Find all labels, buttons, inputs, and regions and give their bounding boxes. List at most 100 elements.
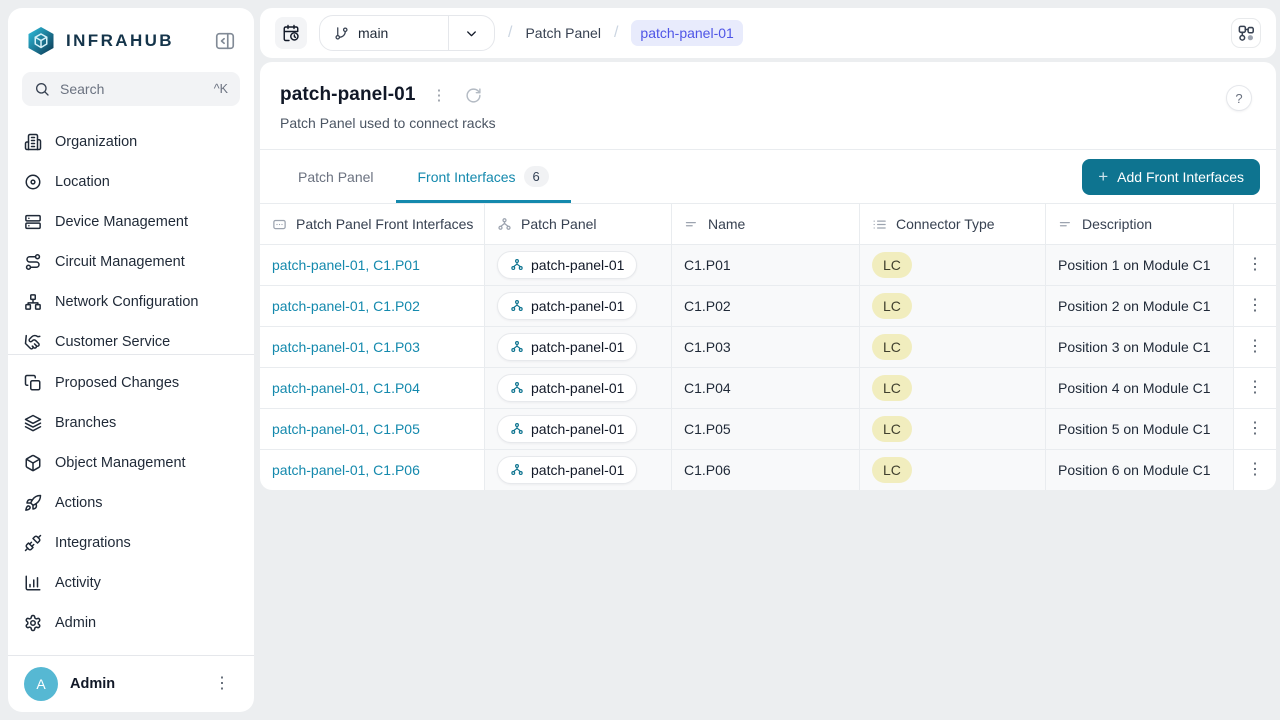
add-front-interfaces-button[interactable]: + Add Front Interfaces [1082, 159, 1260, 195]
column-header-connector-type[interactable]: Connector Type [860, 204, 1046, 244]
schema-visualizer-button[interactable] [1231, 18, 1261, 48]
table-row: patch-panel-01, C1.P01 patch-panel-01 C1.P… [260, 244, 1276, 285]
interface-link[interactable]: patch-panel-01, C1.P03 [272, 339, 420, 355]
hierarchy-icon [497, 217, 512, 232]
cell-connector-type: LC [860, 327, 1046, 367]
sidebar-item-proposed-changes[interactable]: Proposed Changes [8, 363, 254, 403]
connector-type-badge: LC [872, 416, 912, 442]
cell-actions: ⋮ [1234, 245, 1276, 285]
sidebar-item-customer-service[interactable]: Customer Service [8, 322, 254, 354]
tab-patch-panel[interactable]: Patch Panel [276, 150, 396, 203]
sidebar-item-label: Device Management [55, 214, 188, 230]
column-header-name[interactable]: Name [672, 204, 860, 244]
breadcrumb-separator: / [613, 24, 619, 42]
cell-display-label: patch-panel-01, C1.P04 [260, 368, 485, 408]
user-name: Admin [70, 676, 194, 692]
sidebar-item-location[interactable]: Location [8, 162, 254, 202]
interface-link[interactable]: patch-panel-01, C1.P05 [272, 421, 420, 437]
row-actions-button[interactable]: ⋮ [1239, 417, 1271, 441]
sidebar-item-label: Actions [55, 495, 103, 511]
row-actions-button[interactable]: ⋮ [1239, 458, 1271, 482]
sidebar-item-label: Admin [55, 615, 96, 631]
sidebar-item-branches[interactable]: Branches [8, 403, 254, 443]
plus-icon: + [1098, 168, 1108, 185]
cell-description: Position 1 on Module C1 [1046, 245, 1234, 285]
table-row: patch-panel-01, C1.P02 patch-panel-01 C1.P… [260, 285, 1276, 326]
sidebar-item-label: Location [55, 174, 110, 190]
cell-name: C1.P04 [672, 368, 860, 408]
cell-name: C1.P01 [672, 245, 860, 285]
cell-actions: ⋮ [1234, 409, 1276, 449]
breadcrumb-section[interactable]: Patch Panel [525, 25, 601, 41]
refresh-button[interactable] [463, 85, 484, 106]
column-header-description[interactable]: Description [1046, 204, 1234, 244]
patch-panel-badge[interactable]: patch-panel-01 [497, 374, 637, 402]
interface-link[interactable]: patch-panel-01, C1.P06 [272, 462, 420, 478]
sidebar-item-network-configuration[interactable]: Network Configuration [8, 282, 254, 322]
calendar-clock-icon [282, 24, 300, 42]
cell-connector-type: LC [860, 450, 1046, 490]
front-interfaces-table: Patch Panel Front Interfaces Patch Panel N… [260, 203, 1276, 490]
tab-count-badge: 6 [524, 166, 549, 187]
page-subtitle: Patch Panel used to connect racks [280, 115, 1256, 131]
sidebar-item-device-management[interactable]: Device Management [8, 202, 254, 242]
row-actions-button[interactable]: ⋮ [1239, 376, 1271, 400]
cell-patch-panel: patch-panel-01 [485, 450, 672, 490]
column-label: Description [1082, 216, 1152, 232]
interface-link[interactable]: patch-panel-01, C1.P01 [272, 257, 420, 273]
branch-selector[interactable]: main [319, 15, 495, 51]
table-body: patch-panel-01, C1.P01 patch-panel-01 C1.P… [260, 244, 1276, 490]
cell-description: Position 5 on Module C1 [1046, 409, 1234, 449]
column-label: Patch Panel [521, 216, 597, 232]
tab-front-interfaces[interactable]: Front Interfaces 6 [396, 150, 571, 203]
branch-dropdown-toggle[interactable] [449, 16, 494, 50]
row-actions-button[interactable]: ⋮ [1239, 335, 1271, 359]
column-header-patch-panel-front-interfaces[interactable]: Patch Panel Front Interfaces [260, 204, 485, 244]
gear-icon [24, 614, 42, 632]
cell-patch-panel: patch-panel-01 [485, 286, 672, 326]
column-header-patch-panel[interactable]: Patch Panel [485, 204, 672, 244]
tabs-row: Patch Panel Front Interfaces 6 + Add Fro… [260, 149, 1276, 203]
cell-name: C1.P02 [672, 286, 860, 326]
chevron-down-icon [464, 26, 479, 41]
sidebar-item-organization[interactable]: Organization [8, 122, 254, 162]
patch-panel-badge[interactable]: patch-panel-01 [497, 251, 637, 279]
cell-name: C1.P06 [672, 450, 860, 490]
sidebar-item-object-management[interactable]: Object Management [8, 443, 254, 483]
connector-type-badge: LC [872, 375, 912, 401]
sidebar-item-label: Integrations [55, 535, 131, 551]
cell-patch-panel: patch-panel-01 [485, 327, 672, 367]
user-menu-button[interactable]: ⋮ [206, 672, 238, 696]
patch-panel-badge[interactable]: patch-panel-01 [497, 456, 637, 484]
search-input[interactable]: Search ^K [22, 72, 240, 106]
breadcrumb-current[interactable]: patch-panel-01 [631, 20, 742, 46]
sidebar-item-label: Customer Service [55, 334, 170, 350]
sidebar-item-actions[interactable]: Actions [8, 483, 254, 523]
sidebar-collapse-button[interactable] [214, 28, 240, 54]
sidebar-item-label: Proposed Changes [55, 375, 179, 391]
patch-panel-badge[interactable]: patch-panel-01 [497, 292, 637, 320]
sidebar-item-activity[interactable]: Activity [8, 563, 254, 603]
time-travel-button[interactable] [275, 17, 307, 49]
user-row: A Admin ⋮ [8, 655, 254, 712]
sidebar-item-integrations[interactable]: Integrations [8, 523, 254, 563]
workflow-icon [1237, 24, 1256, 43]
column-label: Connector Type [896, 216, 995, 232]
sidebar-item-circuit-management[interactable]: Circuit Management [8, 242, 254, 282]
row-actions-button[interactable]: ⋮ [1239, 294, 1271, 318]
cell-display-label: patch-panel-01, C1.P06 [260, 450, 485, 490]
row-actions-button[interactable]: ⋮ [1239, 253, 1271, 277]
patch-panel-badge[interactable]: patch-panel-01 [497, 333, 637, 361]
cell-description: Position 2 on Module C1 [1046, 286, 1234, 326]
interface-link[interactable]: patch-panel-01, C1.P02 [272, 298, 420, 314]
sidebar-item-admin[interactable]: Admin [8, 603, 254, 643]
sidebar-item-label: Organization [55, 134, 137, 150]
help-button[interactable]: ? [1226, 85, 1252, 111]
handshake-icon [24, 333, 42, 351]
plug-icon [24, 534, 42, 552]
patch-panel-badge[interactable]: patch-panel-01 [497, 415, 637, 443]
cell-patch-panel: patch-panel-01 [485, 409, 672, 449]
object-actions-button[interactable]: ⋮ [430, 84, 449, 106]
interface-link[interactable]: patch-panel-01, C1.P04 [272, 380, 420, 396]
connector-type-badge: LC [872, 457, 912, 483]
